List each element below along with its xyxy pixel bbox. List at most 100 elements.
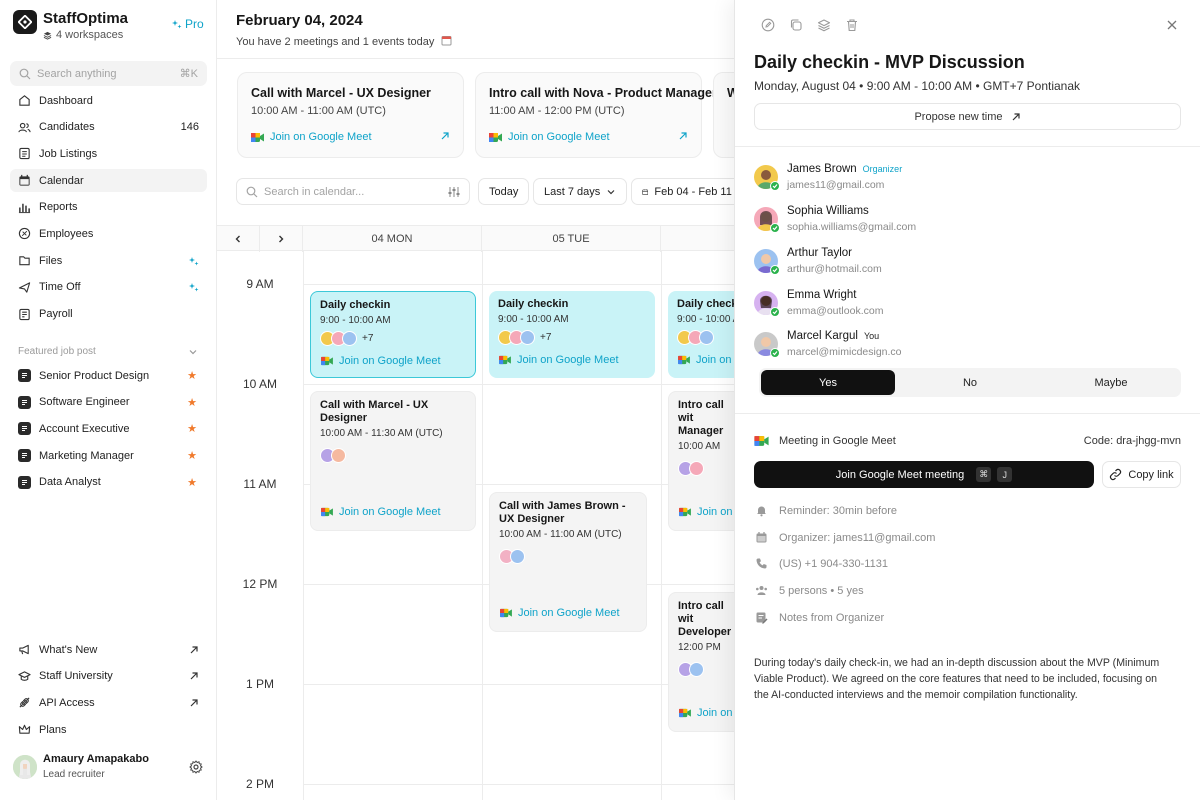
nav-label: Payroll (39, 308, 73, 320)
rsvp-maybe-button[interactable]: Maybe (1044, 370, 1178, 395)
meeting-title: W (727, 86, 734, 100)
join-meet-link[interactable]: Join on Google Meet (321, 355, 441, 367)
join-meet-link[interactable]: Join on (678, 354, 731, 366)
featured-section-header[interactable]: Featured job post (18, 346, 198, 357)
date-range-picker[interactable]: Feb 04 - Feb 11 2 (631, 178, 734, 205)
nav-item-time-off[interactable]: Time Off (10, 276, 207, 299)
featured-job-item[interactable]: Account Executive ★ (10, 417, 207, 440)
rsvp-yes-button[interactable]: Yes (761, 370, 895, 395)
range-select[interactable]: Last 7 days (533, 178, 628, 205)
close-icon[interactable] (1166, 19, 1178, 31)
join-meet-link[interactable]: Join on Google Meet (251, 131, 372, 143)
event-time: 10:00 AM - 11:30 AM (UTC) (320, 428, 443, 439)
event-card[interactable]: Call with Marcel - UX Designer 10:00 AM … (310, 391, 476, 531)
upcoming-meeting-card[interactable]: W (713, 72, 734, 158)
google-meet-icon (499, 355, 511, 365)
attendee-name: Marcel Kargul (787, 330, 858, 342)
event-card[interactable]: Call with James Brown - UX Designer 10:0… (489, 492, 647, 632)
search-input[interactable]: Search anything ⌘K (10, 61, 207, 86)
nav-item-whats-new[interactable]: What's New (10, 638, 207, 661)
nav-item-job-listings[interactable]: Job Listings (10, 142, 207, 165)
gear-icon[interactable] (189, 760, 203, 774)
copy-link-button[interactable]: Copy link (1102, 461, 1181, 488)
nav-item-payroll[interactable]: Payroll (10, 303, 207, 326)
join-meet-link[interactable]: Join on Google Meet (489, 131, 610, 143)
nav-item-reports[interactable]: Reports (10, 196, 207, 219)
event-detail-panel: Daily checkin - MVP Discussion Monday, A… (734, 0, 1200, 800)
nav-item-dashboard[interactable]: Dashboard (10, 89, 207, 112)
grid-line (661, 251, 662, 800)
rsvp-no-button[interactable]: No (903, 370, 1037, 395)
notes-label: Notes from Organizer (779, 611, 885, 624)
attendee-row[interactable]: Marcel Kargul You marcel@mimicdesign.co (754, 330, 1174, 360)
attendee-row[interactable]: Emma Wright emma@outlook.com (754, 289, 1174, 319)
propose-new-time-button[interactable]: Propose new time (754, 103, 1181, 130)
event-attendees (677, 330, 734, 345)
event-time: 9:00 - 10:00 AM (677, 314, 734, 325)
join-meet-link[interactable]: Join on Google Meet (500, 607, 620, 619)
featured-job-item[interactable]: Marketing Manager ★ (10, 444, 207, 467)
featured-job-item[interactable]: Senior Product Design ★ (10, 364, 207, 387)
join-label: Join on Google Meet (517, 354, 619, 366)
prev-week-button[interactable] (217, 226, 260, 252)
event-card[interactable]: Intro call wit Manager 10:00 AM Join on (668, 391, 734, 531)
brand[interactable]: StaffOptima 4 workspaces (13, 10, 128, 41)
grid-line (303, 251, 304, 800)
event-card[interactable]: Intro call wit Developer 12:00 PM Join o… (668, 592, 734, 732)
day-header-mon[interactable]: 04 MON (303, 226, 482, 252)
event-card[interactable]: Daily checki 9:00 - 10:00 AM Join on (668, 291, 734, 378)
notes-row: Notes from Organizer (754, 611, 1174, 624)
event-card-selected[interactable]: Daily checkin 9:00 - 10:00 AM +7 Join on… (310, 291, 476, 378)
range-label: Last 7 days (544, 185, 601, 198)
upcoming-meeting-card[interactable]: Intro call with Nova - Product Manager 1… (475, 72, 717, 158)
nav-item-staff-university[interactable]: Staff University (10, 665, 207, 688)
calendar-header: 04 MON 05 TUE (217, 225, 734, 252)
nav-item-employees[interactable]: Employees (10, 222, 207, 245)
attendee-row[interactable]: James Brown Organizer james11@gmail.com (754, 163, 1174, 193)
join-meet-link[interactable]: Join on (679, 506, 732, 518)
avatar (699, 330, 714, 345)
featured-job-item[interactable]: Software Engineer ★ (10, 391, 207, 414)
event-title: Call with James Brown - UX Designer (499, 500, 626, 525)
join-meet-button[interactable]: Join Google Meet meeting ⌘ J (754, 461, 1094, 488)
trash-icon[interactable] (845, 18, 859, 32)
attendee-row[interactable]: Arthur Taylor arthur@hotmail.com (754, 247, 1174, 277)
day-header-wed[interactable] (661, 226, 734, 252)
duplicate-icon[interactable] (789, 18, 803, 32)
accepted-check-icon (770, 181, 780, 191)
nav-item-plans[interactable]: Plans (10, 718, 207, 741)
join-meet-link[interactable]: Join on (679, 707, 732, 719)
nav-item-api-access[interactable]: API Access (10, 691, 207, 714)
attendee-row[interactable]: Sophia Williams sophia.williams@gmail.co… (754, 205, 1174, 235)
pro-badge[interactable]: Pro (172, 17, 204, 31)
logo-icon (13, 10, 37, 34)
google-meet-icon (489, 132, 502, 142)
join-meet-link[interactable]: Join on Google Meet (499, 354, 619, 366)
upcoming-meeting-card[interactable]: Call with Marcel - UX Designer 10:00 AM … (237, 72, 464, 158)
arrow-up-right-icon (679, 132, 687, 140)
event-attendees (320, 448, 466, 463)
event-card[interactable]: Daily checkin 9:00 - 10:00 AM +7 Join on… (489, 291, 655, 378)
folder-icon (19, 256, 30, 266)
filter-icon[interactable] (448, 186, 460, 198)
nav-item-candidates[interactable]: Candidates 146 (10, 116, 207, 139)
next-week-button[interactable] (260, 226, 303, 252)
organizer-text: Organizer: james11@gmail.com (779, 531, 936, 544)
job-icon (18, 475, 31, 489)
featured-job-item[interactable]: Data Analyst ★ (10, 471, 207, 494)
accepted-check-icon (770, 223, 780, 233)
archive-icon[interactable] (817, 18, 831, 32)
user-profile[interactable]: Amaury Amapakabo Lead recruiter (13, 752, 209, 786)
day-header-tue[interactable]: 05 TUE (482, 226, 661, 252)
hour-label: 1 PM (245, 677, 274, 691)
phone-icon (756, 558, 767, 569)
today-button[interactable]: Today (478, 178, 530, 205)
nav-item-files[interactable]: Files (10, 249, 207, 272)
phone-row[interactable]: (US) +1 904-330-1131 (754, 557, 1174, 570)
join-meet-link[interactable]: Join on Google Meet (321, 506, 441, 518)
calendar-search-input[interactable]: Search in calendar... (236, 178, 470, 205)
edit-icon[interactable] (761, 18, 775, 32)
nav-item-calendar[interactable]: Calendar (10, 169, 207, 193)
workspace-switcher[interactable]: 4 workspaces (43, 29, 123, 41)
hour-label: 9 AM (246, 277, 274, 291)
